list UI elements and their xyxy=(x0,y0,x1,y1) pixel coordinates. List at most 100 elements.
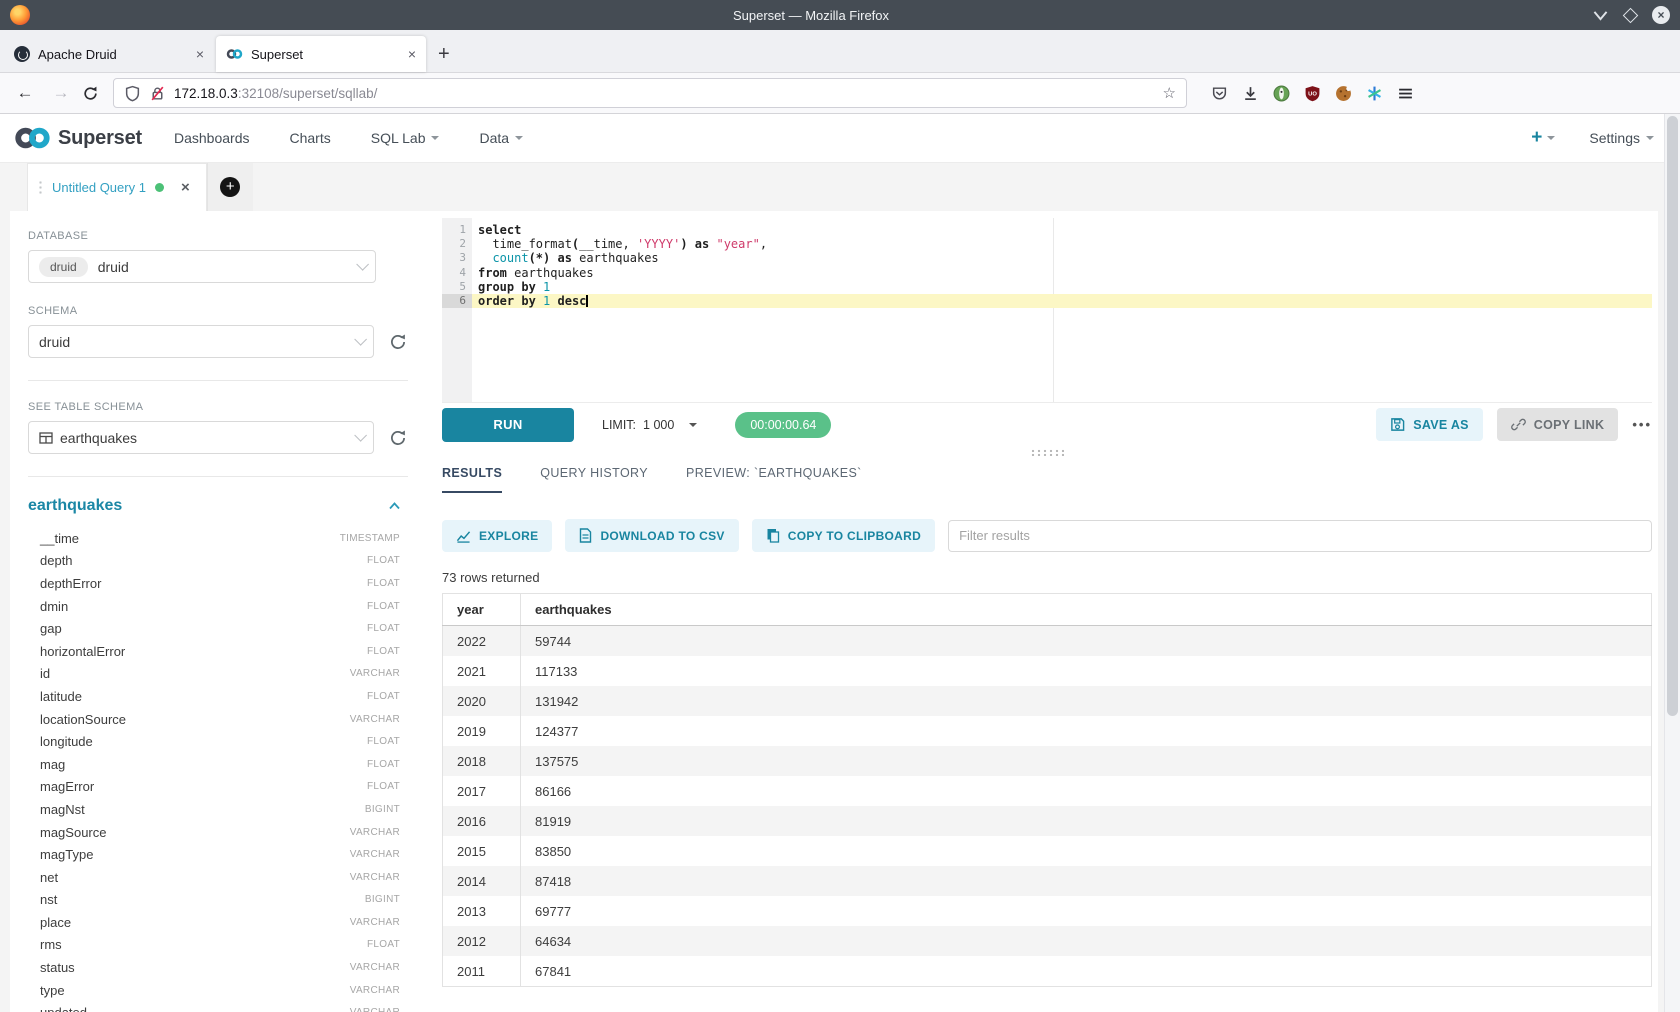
column-row[interactable]: longitudeFLOAT xyxy=(28,730,408,753)
sql-editor[interactable]: 1select2 time_format(__time, 'YYYY') as … xyxy=(442,218,1652,402)
tab-results[interactable]: RESULTS xyxy=(442,466,502,493)
column-row[interactable]: magSourceVARCHAR xyxy=(28,821,408,844)
scrollbar-thumb[interactable] xyxy=(1667,116,1678,716)
code-line[interactable]: 1select xyxy=(442,223,1652,237)
splitter-handle-icon[interactable] xyxy=(1030,449,1064,456)
code-line[interactable]: 3 count(*) as earthquakes xyxy=(442,251,1652,265)
column-row[interactable]: depthFLOAT xyxy=(28,550,408,573)
table-cell: 2012 xyxy=(443,926,521,956)
ublock-origin-icon[interactable]: UO xyxy=(1304,85,1321,102)
column-row[interactable]: netVARCHAR xyxy=(28,866,408,889)
back-icon[interactable]: ← xyxy=(10,83,40,103)
shield-icon[interactable] xyxy=(124,85,141,102)
column-row[interactable]: magFLOAT xyxy=(28,753,408,776)
refresh-schema-icon[interactable] xyxy=(388,332,408,352)
schema-select[interactable]: druid xyxy=(28,325,374,358)
column-row[interactable]: statusVARCHAR xyxy=(28,956,408,979)
nav-item-sql-lab[interactable]: SQL Lab xyxy=(371,130,440,146)
drag-handle-icon[interactable] xyxy=(38,180,43,196)
browser-tab-druid[interactable]: Apache Druid × xyxy=(4,36,214,72)
column-name: id xyxy=(40,666,50,681)
nav-item-charts[interactable]: Charts xyxy=(290,130,331,146)
minimize-icon[interactable] xyxy=(1592,7,1609,24)
add-new-button[interactable]: + xyxy=(1531,127,1555,149)
file-icon xyxy=(579,528,592,543)
table-cell: 67841 xyxy=(521,956,1652,987)
column-row[interactable]: locationSourceVARCHAR xyxy=(28,708,408,731)
column-row[interactable]: nstBIGINT xyxy=(28,889,408,912)
link-icon xyxy=(1511,417,1526,432)
run-button[interactable]: RUN xyxy=(442,408,574,442)
table-select[interactable]: earthquakes xyxy=(28,421,374,454)
database-select[interactable]: druid druid xyxy=(28,250,376,283)
query-tab[interactable]: Untitled Query 1 × xyxy=(27,163,207,211)
copy-link-button[interactable]: COPY LINK xyxy=(1497,408,1619,441)
add-query-tab[interactable]: + xyxy=(207,163,253,211)
tab-close-icon[interactable]: × xyxy=(196,46,204,62)
copy-clipboard-button[interactable]: COPY TO CLIPBOARD xyxy=(752,519,935,552)
column-row[interactable]: idVARCHAR xyxy=(28,663,408,686)
refresh-table-icon[interactable] xyxy=(388,428,408,448)
brand-name[interactable]: Superset xyxy=(58,127,142,150)
save-as-button[interactable]: SAVE AS xyxy=(1376,408,1483,441)
column-row[interactable]: magTypeVARCHAR xyxy=(28,843,408,866)
tab-query-history[interactable]: QUERY HISTORY xyxy=(540,466,648,493)
pane-splitter[interactable] xyxy=(442,446,1652,458)
column-row[interactable]: __timeTIMESTAMP xyxy=(28,527,408,550)
column-row[interactable]: magNstBIGINT xyxy=(28,798,408,821)
settings-menu[interactable]: Settings xyxy=(1589,130,1654,146)
column-row[interactable]: depthErrorFLOAT xyxy=(28,572,408,595)
close-window-icon[interactable]: × xyxy=(1652,6,1670,24)
tab-preview-earthquakes[interactable]: PREVIEW: `EARTHQUAKES` xyxy=(686,466,862,493)
nav-item-dashboards[interactable]: Dashboards xyxy=(174,130,250,146)
column-name: gap xyxy=(40,621,62,636)
insecure-lock-icon[interactable] xyxy=(149,85,166,102)
page-scrollbar[interactable] xyxy=(1664,114,1680,1012)
column-row[interactable]: placeVARCHAR xyxy=(28,911,408,934)
code-line[interactable]: 5group by 1 xyxy=(442,280,1652,294)
privacy-extension-icon[interactable] xyxy=(1273,85,1290,102)
limit-dropdown[interactable]: LIMIT: 1 000 xyxy=(602,418,697,432)
column-row[interactable]: updatedVARCHAR xyxy=(28,1001,408,1012)
column-row[interactable]: latitudeFLOAT xyxy=(28,685,408,708)
table-schema-title[interactable]: earthquakes xyxy=(28,497,122,515)
download-csv-button[interactable]: DOWNLOAD TO CSV xyxy=(565,519,738,552)
table-cell: 2015 xyxy=(443,836,521,866)
browser-tab-superset[interactable]: Superset × xyxy=(216,36,426,72)
downloads-icon[interactable] xyxy=(1242,85,1259,102)
collapse-chevron-icon[interactable] xyxy=(389,502,400,510)
explore-button[interactable]: EXPLORE xyxy=(442,520,552,552)
reload-icon[interactable] xyxy=(82,85,99,102)
column-type: VARCHAR xyxy=(350,1007,400,1012)
code-line[interactable]: 2 time_format(__time, 'YYYY') as "year", xyxy=(442,237,1652,251)
more-options-icon[interactable]: ••• xyxy=(1632,417,1652,432)
close-query-tab-icon[interactable]: × xyxy=(181,179,190,196)
column-header[interactable]: year xyxy=(443,594,521,626)
nav-item-data[interactable]: Data xyxy=(479,130,523,146)
table-row: 2020131942 xyxy=(443,686,1652,716)
superset-logo[interactable] xyxy=(14,126,52,150)
cookie-extension-icon[interactable] xyxy=(1335,85,1352,102)
table-row: 201264634 xyxy=(443,926,1652,956)
bookmark-star-icon[interactable]: ☆ xyxy=(1163,84,1176,102)
maximize-icon[interactable] xyxy=(1623,7,1639,23)
extension-asterisk-icon[interactable] xyxy=(1366,85,1383,102)
column-row[interactable]: dminFLOAT xyxy=(28,595,408,618)
filter-results-input[interactable] xyxy=(948,520,1652,552)
url-bar[interactable]: 172.18.0.3:32108/superset/sqllab/ ☆ xyxy=(113,78,1187,108)
new-tab-button[interactable]: + xyxy=(428,43,460,72)
column-row[interactable]: magErrorFLOAT xyxy=(28,776,408,799)
pocket-icon[interactable] xyxy=(1211,85,1228,102)
chevron-down-icon xyxy=(515,136,523,140)
column-row[interactable]: gapFLOAT xyxy=(28,617,408,640)
column-header[interactable]: earthquakes xyxy=(521,594,1652,626)
column-row[interactable]: horizontalErrorFLOAT xyxy=(28,640,408,663)
code-line[interactable]: 4from earthquakes xyxy=(442,266,1652,280)
tab-close-icon[interactable]: × xyxy=(408,46,416,62)
column-type: BIGINT xyxy=(365,804,400,815)
column-row[interactable]: rmsFLOAT xyxy=(28,934,408,957)
column-row[interactable]: typeVARCHAR xyxy=(28,979,408,1002)
forward-icon[interactable]: → xyxy=(46,83,76,103)
code-line[interactable]: 6order by 1 desc xyxy=(442,294,1652,308)
menu-icon[interactable] xyxy=(1397,85,1414,102)
